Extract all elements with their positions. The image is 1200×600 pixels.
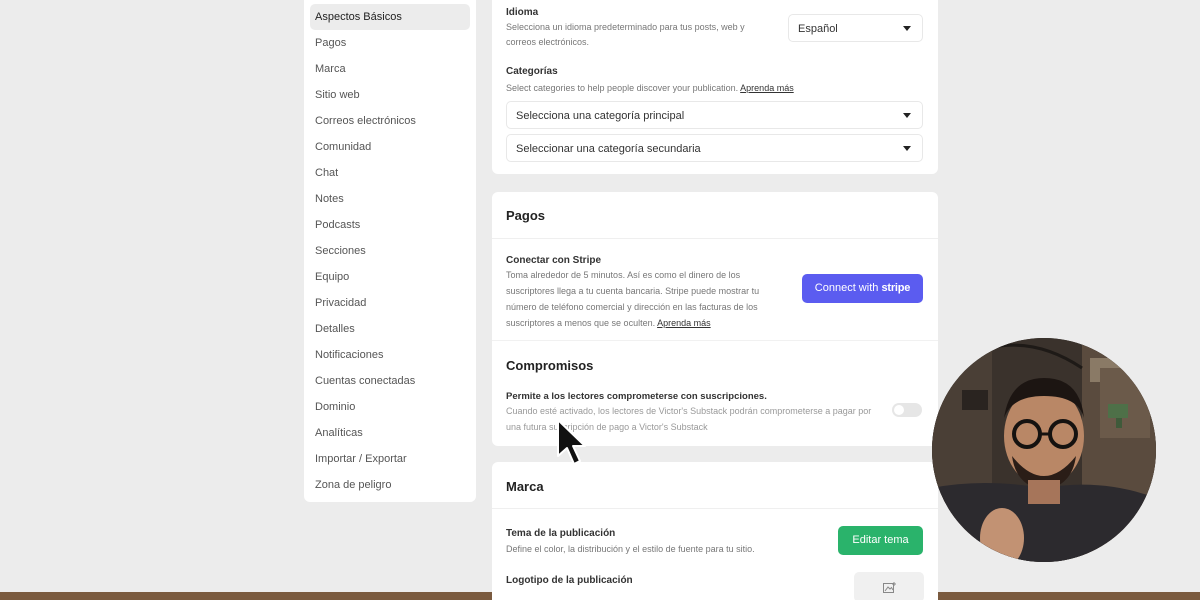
payments-card: Pagos Conectar con Stripe Toma alrededor… — [492, 192, 938, 340]
stripe-learn-more-link[interactable]: Aprenda más — [657, 318, 711, 328]
theme-description: Define el color, la distribución y el es… — [506, 544, 755, 554]
sidebar-item-marca[interactable]: Marca — [310, 56, 470, 82]
categories-learn-more-link[interactable]: Aprenda más — [740, 83, 794, 93]
language-description: Selecciona un idioma predeterminado para… — [506, 22, 745, 47]
mouse-pointer-icon — [557, 419, 586, 465]
sidebar-item-importar-exportar[interactable]: Importar / Exportar — [310, 446, 470, 472]
settings-sidebar: Aspectos Básicos Pagos Marca Sitio web C… — [304, 0, 476, 502]
primary-category-select[interactable]: Selecciona una categoría principal — [506, 101, 923, 129]
sidebar-item-notificaciones[interactable]: Notificaciones — [310, 342, 470, 368]
sidebar-item-equipo[interactable]: Equipo — [310, 264, 470, 290]
chevron-down-icon — [903, 113, 911, 118]
sidebar-item-chat[interactable]: Chat — [310, 160, 470, 186]
sidebar-item-detalles[interactable]: Detalles — [310, 316, 470, 342]
secondary-category-placeholder: Seleccionar una categoría secundaria — [516, 143, 701, 155]
sidebar-item-pagos[interactable]: Pagos — [310, 30, 470, 56]
logo-upload-button[interactable] — [854, 572, 924, 600]
sidebar-item-notes[interactable]: Notes — [310, 186, 470, 212]
sidebar-item-zona-de-peligro[interactable]: Zona de peligro — [310, 472, 470, 498]
divider — [492, 508, 938, 509]
categories-description: Select categories to help people discove… — [506, 80, 794, 96]
sidebar-item-aspectos-basicos[interactable]: Aspectos Básicos — [310, 4, 470, 30]
pledges-toggle[interactable] — [892, 403, 922, 417]
brand-title: Marca — [506, 479, 544, 494]
webcam-overlay — [932, 338, 1156, 562]
categories-description-text: Select categories to help people discove… — [506, 83, 739, 93]
stripe-description: Toma alrededor de 5 minutos. Así es como… — [506, 267, 791, 331]
categories-label: Categorías — [506, 66, 558, 77]
basics-card: Idioma Selecciona un idioma predetermina… — [492, 0, 938, 174]
secondary-category-select[interactable]: Seleccionar una categoría secundaria — [506, 134, 923, 162]
connect-stripe-button[interactable]: Connect with stripe — [802, 274, 923, 303]
theme-label: Tema de la publicación — [506, 528, 616, 539]
sidebar-item-comunidad[interactable]: Comunidad — [310, 134, 470, 160]
brand-card: Marca Tema de la publicación Define el c… — [492, 462, 938, 600]
sidebar-item-podcasts[interactable]: Podcasts — [310, 212, 470, 238]
divider — [492, 238, 938, 239]
stripe-label: Conectar con Stripe — [506, 255, 602, 266]
image-upload-icon — [883, 582, 896, 593]
chevron-down-icon — [903, 26, 911, 31]
primary-category-placeholder: Selecciona una categoría principal — [516, 110, 685, 122]
stripe-logo: stripe — [881, 282, 911, 294]
logo-label: Logotipo de la publicación — [506, 575, 633, 586]
sidebar-item-privacidad[interactable]: Privacidad — [310, 290, 470, 316]
sidebar-item-secciones[interactable]: Secciones — [310, 238, 470, 264]
presenter-video-image — [932, 338, 1156, 562]
sidebar-item-correos[interactable]: Correos electrónicos — [310, 108, 470, 134]
language-label: Idioma — [506, 7, 539, 18]
stripe-description-text: Toma alrededor de 5 minutos. Así es como… — [506, 270, 760, 328]
pledges-toggle-label: Permite a los lectores comprometerse con… — [506, 391, 767, 402]
sidebar-item-analiticas[interactable]: Analíticas — [310, 420, 470, 446]
sidebar-item-dominio[interactable]: Dominio — [310, 394, 470, 420]
connect-stripe-button-label: Connect with — [814, 282, 879, 294]
pledges-title: Compromisos — [506, 358, 594, 373]
sidebar-item-cuentas-conectadas[interactable]: Cuentas conectadas — [310, 368, 470, 394]
edit-theme-button[interactable]: Editar tema — [838, 526, 923, 555]
language-select-value: Español — [798, 23, 838, 35]
sidebar-item-sitio-web[interactable]: Sitio web — [310, 82, 470, 108]
chevron-down-icon — [903, 146, 911, 151]
payments-title: Pagos — [506, 208, 546, 223]
language-select[interactable]: Español — [788, 14, 923, 42]
